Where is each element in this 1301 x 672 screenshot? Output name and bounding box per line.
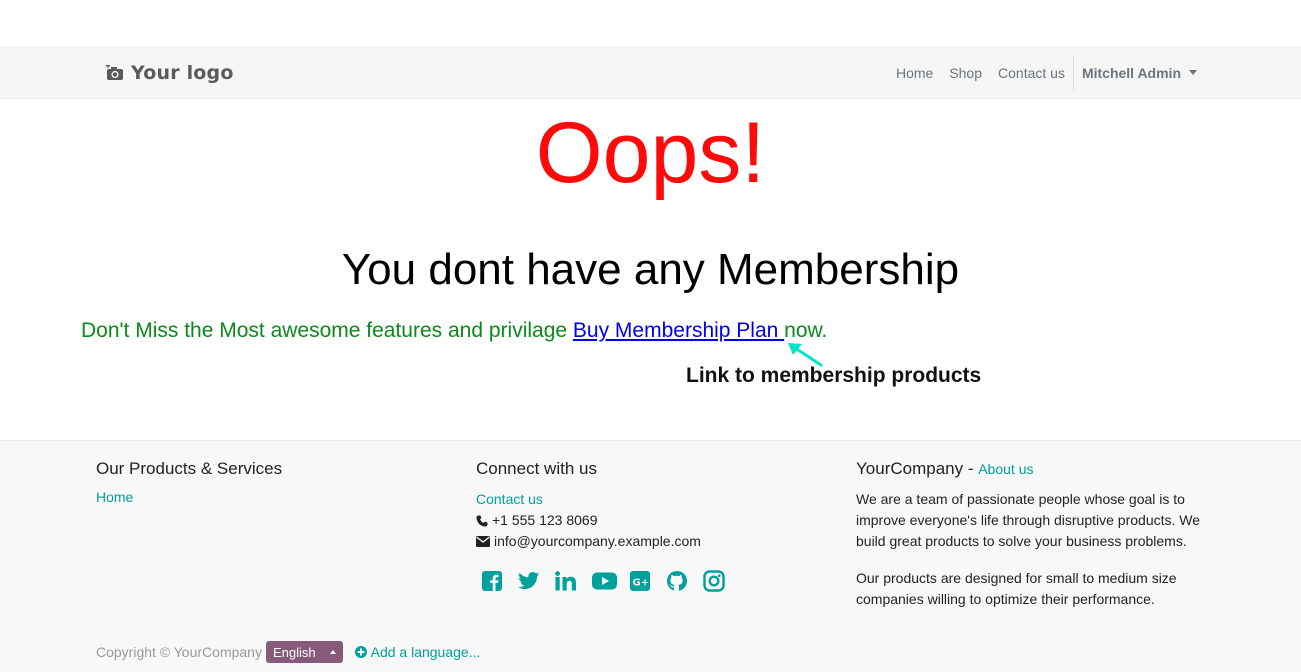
caret-down-icon bbox=[1189, 70, 1197, 75]
add-language-link[interactable]: Add a language... bbox=[354, 644, 481, 660]
add-language-label: Add a language... bbox=[370, 644, 481, 660]
title-separator: - bbox=[963, 459, 979, 478]
promo-line: Don't Miss the Most awesome features and… bbox=[81, 319, 827, 343]
phone-icon bbox=[476, 515, 488, 526]
about-us-link[interactable]: About us bbox=[978, 461, 1033, 477]
buy-membership-link[interactable]: Buy Membership Plan bbox=[573, 319, 784, 342]
envelope-icon bbox=[476, 536, 490, 547]
camera-icon bbox=[106, 65, 123, 80]
email-address: info@yourcompany.example.com bbox=[494, 533, 701, 549]
logo-text: Your logo bbox=[131, 62, 234, 84]
google-plus-icon[interactable]: G+ bbox=[629, 569, 666, 593]
company-description: We are a team of passionate people whose… bbox=[856, 491, 1201, 549]
nav-shop[interactable]: Shop bbox=[949, 65, 982, 81]
footer-phone: +1 555 123 8069 bbox=[476, 510, 816, 531]
footer-products-title: Our Products & Services bbox=[96, 459, 283, 478]
linkedin-icon[interactable] bbox=[555, 569, 592, 593]
instagram-icon[interactable] bbox=[703, 569, 740, 593]
site-logo[interactable]: Your logo bbox=[106, 62, 234, 84]
github-icon[interactable] bbox=[666, 569, 703, 593]
promo-after: now. bbox=[784, 319, 828, 342]
top-navbar: Your logo Home Shop Contact us Mitchell … bbox=[0, 46, 1301, 99]
language-label: English bbox=[272, 644, 316, 660]
copyright-bar: Copyright © YourCompany English Add a la… bbox=[96, 641, 480, 663]
copyright-text: Copyright © YourCompany bbox=[96, 644, 262, 660]
caret-up-icon bbox=[329, 650, 336, 654]
user-menu[interactable]: Mitchell Admin bbox=[1082, 65, 1197, 81]
nav-contact-us[interactable]: Contact us bbox=[998, 65, 1065, 81]
footer-contact-link[interactable]: Contact us bbox=[476, 489, 543, 510]
no-membership-heading: You dont have any Membership bbox=[341, 245, 960, 294]
nav-home[interactable]: Home bbox=[896, 65, 933, 81]
company-description-2: Our products are designed for small to m… bbox=[856, 570, 1177, 607]
youtube-icon[interactable] bbox=[592, 569, 629, 593]
footer-link-home[interactable]: Home bbox=[96, 489, 133, 505]
user-name: Mitchell Admin bbox=[1081, 64, 1181, 81]
promo-text: Don't Miss the Most awesome features and… bbox=[81, 319, 573, 342]
social-links: G+ bbox=[481, 569, 816, 593]
twitter-icon[interactable] bbox=[518, 569, 555, 593]
footer-company-title: YourCompany - About us bbox=[856, 459, 1208, 479]
main-nav: Home Shop Contact us Mitchell Admin bbox=[880, 46, 1197, 99]
plus-circle-icon bbox=[354, 646, 367, 658]
oops-heading: Oops! bbox=[535, 105, 766, 201]
company-name: YourCompany bbox=[856, 459, 964, 478]
site-footer: Our Products & Services Home Connect wit… bbox=[0, 440, 1301, 672]
footer-email: info@yourcompany.example.com bbox=[476, 531, 816, 552]
language-selector[interactable]: English bbox=[265, 641, 343, 663]
footer-connect: Connect with us Contact us +1 555 123 80… bbox=[476, 459, 816, 593]
svg-text:G+: G+ bbox=[633, 578, 650, 589]
footer-products: Our Products & Services Home bbox=[96, 459, 436, 507]
footer-connect-title: Connect with us bbox=[476, 459, 597, 478]
annotation-label: Link to membership products bbox=[686, 364, 982, 387]
facebook-icon[interactable] bbox=[481, 569, 518, 593]
nav-divider bbox=[1072, 55, 1074, 90]
footer-company: YourCompany - About us We are a team of … bbox=[856, 459, 1208, 610]
phone-number: +1 555 123 8069 bbox=[492, 512, 598, 528]
